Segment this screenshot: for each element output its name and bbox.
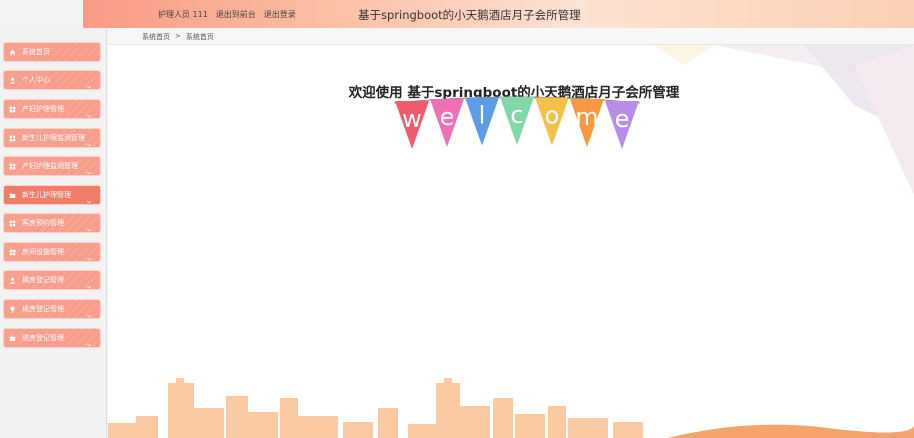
chevron-down-icon[interactable]	[86, 333, 94, 347]
bunting-letter: e	[440, 103, 455, 131]
chevron-down-icon[interactable]	[86, 247, 94, 261]
sidebar-item-label: 新生儿护理监测管理	[22, 134, 85, 142]
breadcrumb-home[interactable]: 系统首页	[142, 32, 170, 42]
sidebar-item-label: 新生儿护理管理	[22, 191, 71, 199]
user-icon	[8, 76, 16, 84]
bunting-flag: m	[570, 99, 604, 147]
back-to-front-link[interactable]: 退出到前台	[216, 9, 256, 20]
role-label: 护理人员 111	[158, 10, 208, 19]
bunting-flag: w	[395, 101, 429, 149]
chevron-down-icon[interactable]	[86, 275, 94, 289]
sidebar-item-newborn-care-monitoring[interactable]: 新生儿护理监测管理	[4, 129, 100, 147]
grid-icon	[8, 162, 16, 170]
bunting-letter: w	[402, 105, 422, 133]
sidebar-item-label: 房间设施管理	[22, 248, 64, 256]
grid-icon	[8, 105, 16, 113]
welcome-bunting: welcome	[393, 96, 641, 149]
system-title: 基于springboot的小天鹅酒店月子会所管理	[358, 8, 581, 22]
trophy-icon	[8, 305, 16, 313]
sidebar-item-room-renewal[interactable]: 续房登记管理	[4, 300, 100, 318]
breadcrumb-current: 系统首页	[185, 33, 214, 41]
sidebar-item-label: 个人中心	[22, 76, 50, 84]
decorative-triangles	[654, 45, 914, 195]
sidebar-item-checkout[interactable]: 退房登记管理	[4, 329, 100, 347]
sidebar-item-maternal-care-monitoring[interactable]: 产妇护理监测管理	[4, 157, 100, 175]
breadcrumb: 系统首页 > 系统首页	[142, 32, 214, 42]
sidebar-item-label: 换房登记管理	[22, 276, 64, 284]
chevron-down-icon[interactable]	[86, 304, 94, 318]
bunting-flag: e	[430, 99, 464, 147]
chevron-down-icon[interactable]	[86, 133, 94, 147]
bunting-letter: l	[479, 102, 486, 130]
sidebar-item-home[interactable]: 系统首页	[4, 43, 100, 61]
chevron-down-icon[interactable]	[86, 218, 94, 232]
grid-icon	[8, 219, 16, 227]
breadcrumb-separator: >	[175, 32, 181, 40]
chevron-down-icon[interactable]	[86, 104, 94, 118]
chevron-down-icon[interactable]	[86, 75, 94, 89]
bunting-letter: o	[545, 102, 560, 130]
home-icon	[8, 48, 16, 56]
sidebar: 系统首页个人中心产妇护理管理新生儿护理监测管理 产妇护理监测管理 新生儿护理管理 客房…	[0, 28, 107, 438]
bunting-flag: c	[500, 97, 534, 145]
sidebar-item-maternal-care[interactable]: 产妇护理管理	[4, 100, 100, 118]
bunting-flag: l	[465, 97, 499, 146]
sidebar-item-room-facilities[interactable]: 房间设施管理	[4, 243, 100, 261]
sidebar-item-label: 产妇护理监测管理	[22, 162, 78, 170]
sidebar-item-label: 产妇护理管理	[22, 105, 64, 113]
bunting-letter: e	[615, 105, 630, 133]
folder-icon	[8, 191, 16, 199]
sidebar-item-room-booking[interactable]: 客房预约管理	[4, 214, 100, 232]
city-skyline	[108, 378, 914, 438]
user-icon	[8, 276, 16, 284]
sidebar-item-newborn-care[interactable]: 新生儿护理管理	[4, 186, 100, 204]
sidebar-item-room-change[interactable]: 换房登记管理	[4, 271, 100, 289]
sidebar-item-label: 系统首页	[22, 48, 50, 56]
breadcrumb-bar: 系统首页 > 系统首页	[108, 28, 914, 45]
main-content: 欢迎使用 基于springboot的小天鹅酒店月子会所管理 welcome	[108, 45, 914, 438]
chevron-down-icon[interactable]	[86, 161, 94, 175]
grid-icon	[8, 248, 16, 256]
sidebar-item-profile[interactable]: 个人中心	[4, 71, 100, 89]
sidebar-item-label: 退房登记管理	[22, 334, 64, 342]
chevron-down-icon[interactable]	[86, 190, 94, 204]
briefcase-icon	[8, 334, 16, 342]
bunting-letter: m	[575, 103, 598, 131]
sidebar-item-label: 续房登记管理	[22, 305, 64, 313]
bunting-flag: e	[605, 101, 639, 149]
logout-link[interactable]: 退出登录	[264, 9, 296, 20]
grid-icon	[8, 134, 16, 142]
sidebar-item-label: 客房预约管理	[22, 219, 64, 227]
bunting-flag: o	[535, 97, 569, 146]
top-header: 护理人员 111 退出到前台 退出登录 基于springboot的小天鹅酒店月子…	[0, 0, 914, 28]
bunting-letter: c	[510, 101, 523, 129]
user-bar: 护理人员 111 退出到前台 退出登录	[158, 9, 296, 20]
